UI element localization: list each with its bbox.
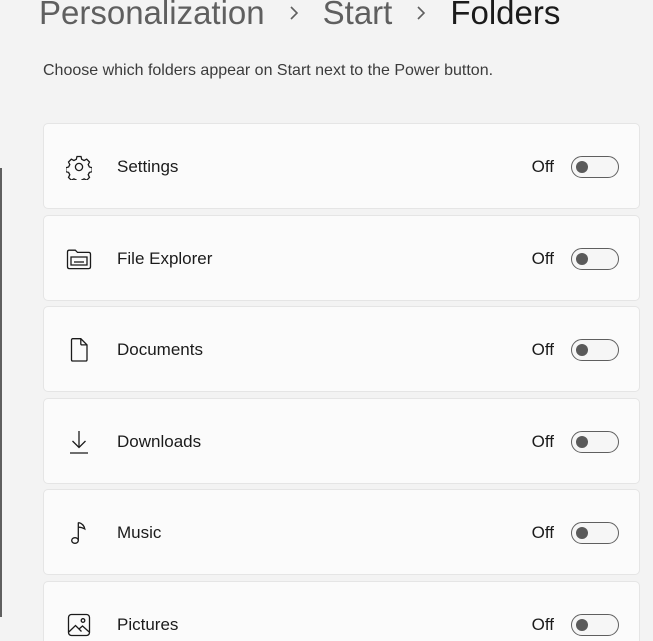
- music-toggle[interactable]: [571, 522, 619, 544]
- picture-icon: [66, 612, 92, 638]
- toggle-state-label: Off: [531, 340, 554, 359]
- folder-label: Music: [117, 523, 162, 542]
- scrollbar[interactable]: [0, 168, 2, 617]
- folder-label: Settings: [117, 157, 179, 176]
- folder-row-pictures: Pictures Off: [43, 580, 640, 641]
- download-icon: [66, 429, 92, 455]
- folder-row-music: Music Off: [43, 489, 640, 575]
- downloads-toggle[interactable]: [571, 430, 619, 453]
- folder-list: Settings Off File Explorer Off Documents…: [43, 123, 640, 641]
- toggle-knob: [576, 435, 588, 448]
- document-icon: [66, 337, 92, 363]
- breadcrumb-personalization[interactable]: Personalization: [39, 0, 265, 38]
- toggle-knob: [576, 618, 588, 631]
- folder-icon: [66, 246, 92, 272]
- chevron-right-icon: [392, 6, 450, 20]
- folder-label: Documents: [117, 340, 203, 359]
- toggle-knob: [576, 344, 588, 356]
- folder-label: Pictures: [117, 614, 179, 634]
- documents-toggle[interactable]: [571, 339, 619, 361]
- page-title: Folders: [450, 0, 561, 31]
- toggle-state-label: Off: [531, 248, 554, 268]
- settings-toggle[interactable]: [571, 156, 619, 178]
- pictures-toggle[interactable]: [571, 613, 619, 636]
- folder-row-file-explorer: File Explorer Off: [43, 214, 640, 301]
- file-explorer-toggle[interactable]: [571, 247, 619, 270]
- toggle-state-label: Off: [531, 523, 554, 542]
- toggle-knob: [576, 527, 588, 539]
- toggle-knob: [576, 161, 588, 173]
- page-description: Choose which folders appear on Start nex…: [43, 62, 494, 79]
- music-note-icon: [66, 520, 92, 546]
- folder-label: Downloads: [117, 431, 202, 451]
- toggle-state-label: Off: [531, 431, 554, 451]
- breadcrumb-start[interactable]: Start: [323, 0, 393, 38]
- folder-row-documents: Documents Off: [43, 306, 640, 392]
- breadcrumb: Personalization Start Folders: [39, 0, 560, 38]
- toggle-knob: [576, 252, 588, 265]
- toggle-state-label: Off: [531, 614, 554, 634]
- toggle-state-label: Off: [531, 157, 554, 176]
- gear-icon: [66, 154, 92, 180]
- folder-label: File Explorer: [117, 248, 213, 268]
- chevron-right-icon: [265, 6, 323, 20]
- settings-page: Personalization Start Folders Choose whi…: [0, 0, 653, 641]
- folder-row-downloads: Downloads Off: [43, 397, 640, 484]
- folder-row-settings: Settings Off: [43, 123, 640, 209]
